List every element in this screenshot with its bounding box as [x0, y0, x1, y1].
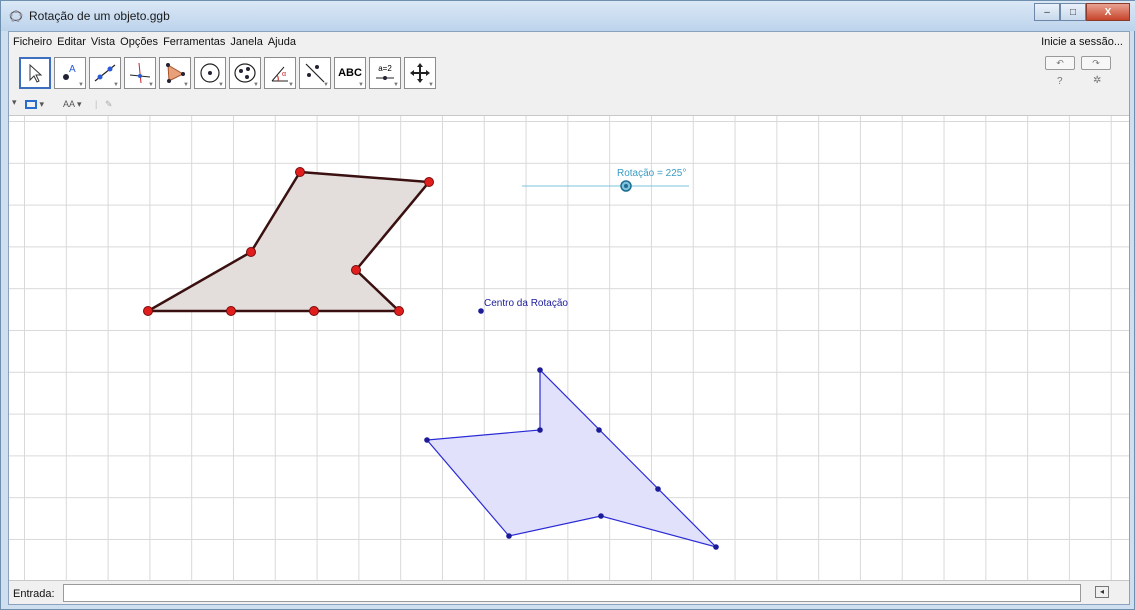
vertex-point[interactable] — [596, 427, 602, 433]
rotated-polygon[interactable] — [425, 368, 719, 549]
pin-icon[interactable]: ✎ — [105, 99, 113, 110]
keyboard-toggle-icon[interactable]: ◂ — [1095, 586, 1109, 598]
dropdown-icon: ▼ — [183, 82, 189, 88]
dropdown-icon: ▼ — [358, 82, 364, 88]
menu-janela[interactable]: Janela — [230, 36, 262, 48]
move-tool-button[interactable] — [19, 57, 51, 89]
svg-text:A: A — [69, 64, 76, 75]
original-polygon[interactable] — [143, 170, 432, 313]
rotation-slider-handle-dot — [624, 184, 628, 188]
rotation-center-label: Centro da Rotação — [484, 298, 568, 309]
slider-icon: a=2 — [378, 64, 392, 73]
toolbar: A ▼ ▼ ▼ ▼ ▼ ▼ α ▼ ▼ ABC ▼ a=2 ▼ ▼ ↶ ↷ ? … — [9, 52, 1129, 96]
point-tool-button[interactable]: A ▼ — [54, 57, 86, 89]
input-label: Entrada: — [13, 588, 55, 600]
vertex-point[interactable] — [394, 306, 404, 316]
redo-button[interactable]: ↷ — [1081, 56, 1111, 70]
rotation-slider-label: Rotação = 225° — [617, 168, 687, 179]
maximize-button[interactable]: □ — [1060, 3, 1086, 21]
dropdown-icon: ▼ — [218, 82, 224, 88]
vertex-point[interactable] — [226, 306, 236, 316]
vertex-point[interactable] — [506, 533, 512, 539]
perpendicular-tool-button[interactable]: ▼ — [124, 57, 156, 89]
geogebra-icon — [9, 10, 23, 22]
conic-tool-button[interactable]: ▼ — [229, 57, 261, 89]
dropdown-icon: ▼ — [288, 82, 294, 88]
vertex-point[interactable] — [537, 367, 543, 373]
style-bar: ▾ ▾ AA ▾ | ✎ — [9, 96, 1129, 116]
title-bar: Rotação de um objeto.ggb – □ X — [1, 1, 1135, 31]
vertex-point[interactable] — [246, 247, 256, 257]
dropdown-icon: ▼ — [113, 82, 119, 88]
app-client: Ficheiro Editar Vista Opções Ferramentas… — [8, 31, 1130, 605]
dropdown-icon: ▼ — [148, 82, 154, 88]
arrow-pointer-icon — [29, 63, 43, 83]
undo-button[interactable]: ↶ — [1045, 56, 1075, 70]
minimize-button[interactable]: – — [1034, 3, 1060, 21]
stylebar-toggle-icon[interactable]: ▾ — [12, 97, 17, 108]
line-tool-button[interactable]: ▼ — [89, 57, 121, 89]
divider-icon: | — [95, 99, 98, 109]
dropdown-icon: ▼ — [428, 82, 434, 88]
color-picker-icon[interactable]: ▾ — [25, 99, 44, 110]
vertex-point[interactable] — [295, 167, 305, 177]
vertex-point[interactable] — [351, 265, 361, 275]
text-icon: ABC — [338, 67, 362, 79]
vertex-point[interactable] — [143, 306, 153, 316]
input-bar: Entrada: ◂ — [9, 580, 1129, 604]
vertex-point[interactable] — [537, 427, 543, 433]
vertex-point[interactable] — [598, 513, 604, 519]
graphics-canvas[interactable] — [9, 116, 1129, 580]
close-button[interactable]: X — [1086, 3, 1130, 21]
polygon-tool-button[interactable]: ▼ — [159, 57, 191, 89]
text-tool-button[interactable]: ABC ▼ — [334, 57, 366, 89]
login-link[interactable]: Inicie a sessão... — [1041, 36, 1123, 48]
window-title: Rotação de um objeto.ggb — [29, 9, 170, 23]
graphics-view[interactable]: Rotação = 225° Centro da Rotação ‹ — [9, 116, 1129, 580]
rotation-center-point[interactable] — [478, 308, 484, 314]
dropdown-icon: ▼ — [393, 82, 399, 88]
circle-tool-button[interactable]: ▼ — [194, 57, 226, 89]
vertex-point[interactable] — [309, 306, 319, 316]
vertex-point[interactable] — [424, 177, 434, 187]
input-field[interactable] — [63, 584, 1081, 602]
menu-vista[interactable]: Vista — [91, 36, 115, 48]
move-view-tool-button[interactable]: ▼ — [404, 57, 436, 89]
menu-ajuda[interactable]: Ajuda — [268, 36, 296, 48]
menu-ferramentas[interactable]: Ferramentas — [163, 36, 225, 48]
dropdown-icon: ▼ — [78, 82, 84, 88]
font-size-icon[interactable]: AA ▾ — [63, 99, 82, 110]
menu-opcoes[interactable]: Opções — [120, 36, 158, 48]
app-window: Rotação de um objeto.ggb – □ X Ficheiro … — [0, 0, 1135, 610]
slider-tool-button[interactable]: a=2 ▼ — [369, 57, 401, 89]
settings-gear-icon[interactable]: ✲ — [1093, 75, 1101, 86]
reflect-tool-button[interactable]: ▼ — [299, 57, 331, 89]
vertex-point[interactable] — [713, 544, 719, 550]
svg-text:α: α — [282, 71, 286, 78]
menu-editar[interactable]: Editar — [57, 36, 86, 48]
help-icon[interactable]: ? — [1057, 76, 1063, 87]
undo-redo-area: ↶ ↷ ? ✲ — [1045, 56, 1123, 92]
vertex-point[interactable] — [424, 437, 430, 443]
menu-ficheiro[interactable]: Ficheiro — [13, 36, 52, 48]
dropdown-icon: ▼ — [323, 82, 329, 88]
dropdown-icon: ▼ — [253, 82, 259, 88]
angle-tool-button[interactable]: α ▼ — [264, 57, 296, 89]
menu-bar: Ficheiro Editar Vista Opções Ferramentas… — [9, 32, 1129, 52]
vertex-point[interactable] — [655, 486, 661, 492]
